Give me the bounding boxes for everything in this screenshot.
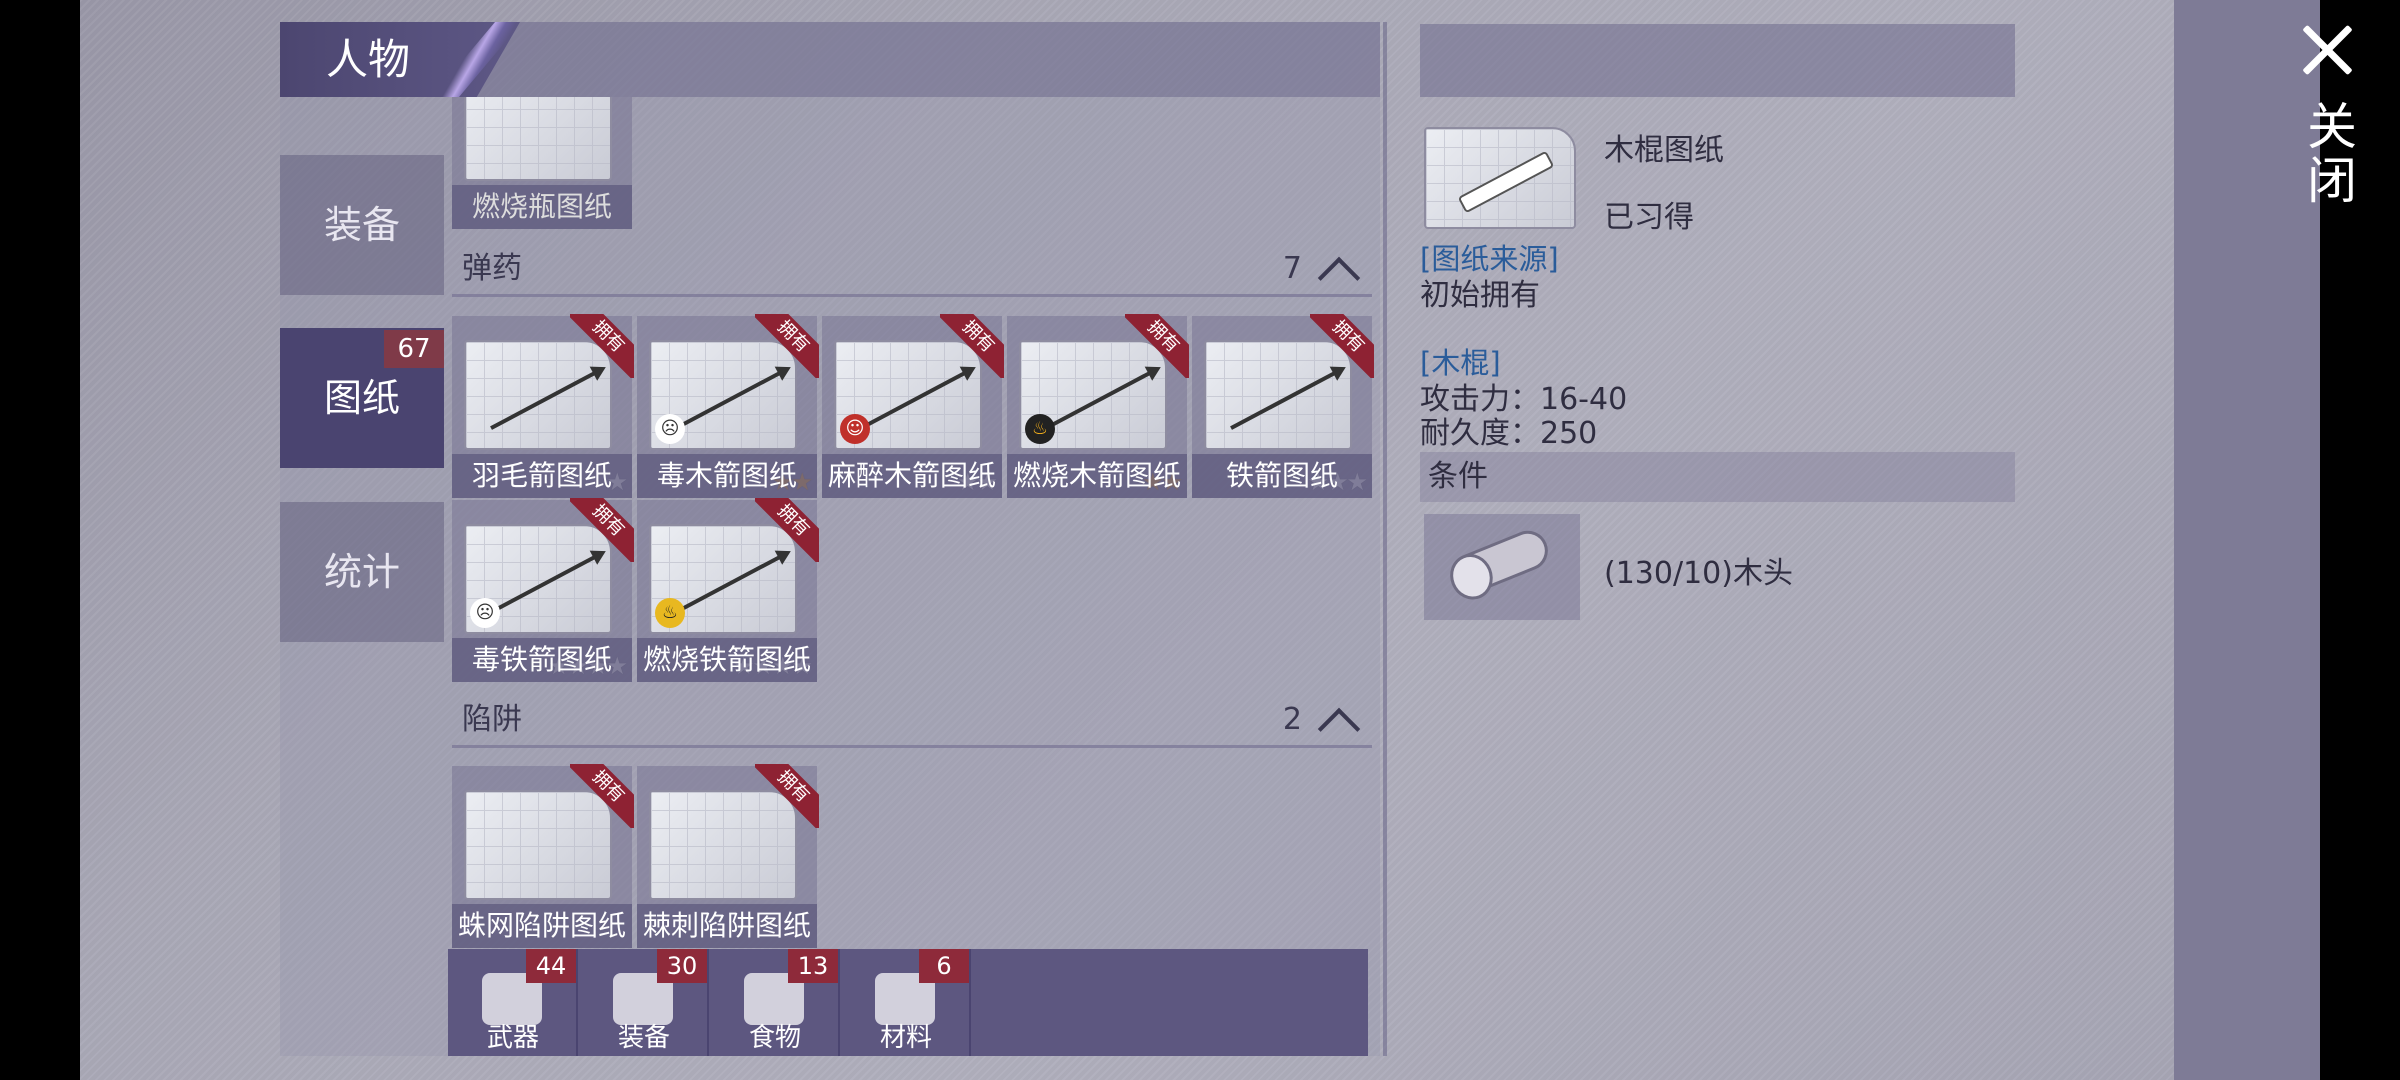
category-badge: 30 xyxy=(657,949,707,983)
blueprint-card[interactable]: ★★★ 拥有 铁箭图纸 xyxy=(1192,314,1374,498)
category-tab-weapons[interactable]: 44 武器 xyxy=(448,949,578,1056)
blueprint-card[interactable]: ★ 拥有 羽毛箭图纸 xyxy=(452,314,634,498)
poison-status-icon: ☹ xyxy=(655,414,685,444)
fire-status-icon: ♨ xyxy=(1025,414,1055,444)
blueprint-card[interactable]: 拥有 棘刺陷阱图纸 xyxy=(637,764,819,948)
blueprint-card[interactable]: ♨ ★★★★ 拥有 燃烧铁箭图纸 xyxy=(637,498,819,682)
blueprint-card-molotov[interactable]: 燃烧瓶图纸 xyxy=(452,97,632,229)
card-label: 羽毛箭图纸 xyxy=(452,454,632,498)
fire-status-icon: ♨ xyxy=(655,598,685,628)
card-label: 棘刺陷阱图纸 xyxy=(637,904,817,948)
owned-ribbon: 拥有 xyxy=(755,764,819,828)
card-label: 铁箭图纸 xyxy=(1192,454,1372,498)
category-tab-food[interactable]: 13 食物 xyxy=(710,949,840,1056)
category-tab-equipment[interactable]: 30 装备 xyxy=(579,949,709,1056)
conditions-header: 条件 xyxy=(1420,452,2015,502)
owned-ribbon: 拥有 xyxy=(570,314,634,378)
card-label: 蛛网陷阱图纸 xyxy=(452,904,632,948)
poison-status-icon: ☹ xyxy=(470,598,500,628)
detail-header xyxy=(1420,24,2015,97)
category-badge: 13 xyxy=(788,949,838,983)
panel-divider xyxy=(1383,22,1387,1056)
blueprint-card[interactable]: ☹ ★★★★ 拥有 毒铁箭图纸 xyxy=(452,498,634,682)
sedative-status-icon: ☺ xyxy=(840,414,870,444)
section-count: 7 xyxy=(1282,251,1302,286)
blueprint-count-badge: 67 xyxy=(384,330,444,368)
tab-equipment[interactable]: 装备 xyxy=(280,155,444,295)
owned-ribbon: 拥有 xyxy=(570,498,634,562)
close-label[interactable]: 关闭 xyxy=(2299,100,2358,208)
owned-ribbon: 拥有 xyxy=(570,764,634,828)
owned-ribbon: 拥有 xyxy=(755,498,819,562)
card-label: 燃烧木箭图纸 xyxy=(1007,454,1187,498)
category-badge: 44 xyxy=(526,949,576,983)
chevron-up-icon[interactable] xyxy=(1317,707,1361,751)
wooden-stick-blueprint-icon xyxy=(1424,127,1576,229)
durability-stat: 耐久度：250 xyxy=(1420,416,1598,451)
tab-statistics[interactable]: 统计 xyxy=(280,502,444,642)
card-label: 燃烧铁箭图纸 xyxy=(637,638,817,682)
card-label: 毒铁箭图纸 xyxy=(452,638,632,682)
detail-status: 已习得 xyxy=(1604,200,1694,235)
category-label: 武器 xyxy=(486,1023,539,1053)
category-label: 装备 xyxy=(617,1023,670,1053)
section-title: 弹药 xyxy=(462,251,522,286)
owned-ribbon: 拥有 xyxy=(755,314,819,378)
owned-ribbon: 拥有 xyxy=(940,314,1004,378)
category-label: 食物 xyxy=(748,1023,801,1053)
blueprint-card[interactable]: ☺ ★★ 拥有 麻醉木箭图纸 xyxy=(822,314,1004,498)
wood-material-icon xyxy=(1424,514,1580,620)
section-title: 陷阱 xyxy=(462,702,522,737)
blueprint-card[interactable]: ♨ ★★ 拥有 燃烧木箭图纸 xyxy=(1007,314,1189,498)
section-header-ammo[interactable]: 弹药 7 xyxy=(452,241,1372,300)
molotov-bottle-icon xyxy=(464,97,612,181)
category-label: 材料 xyxy=(879,1023,932,1053)
category-badge: 6 xyxy=(919,949,969,983)
close-icon[interactable] xyxy=(2300,22,2356,78)
category-tab-materials[interactable]: 6 材料 xyxy=(841,949,971,1056)
owned-ribbon: 拥有 xyxy=(1310,314,1374,378)
detail-item-name: 木棍图纸 xyxy=(1604,133,1724,168)
card-label: 毒木箭图纸 xyxy=(637,454,817,498)
card-label: 燃烧瓶图纸 xyxy=(452,185,632,229)
blueprint-source-text: 初始拥有 xyxy=(1420,278,1540,313)
section-header-traps[interactable]: 陷阱 2 xyxy=(452,692,1372,751)
blueprint-card[interactable]: ☹ ★★ 拥有 毒木箭图纸 xyxy=(637,314,819,498)
material-requirement: (130/10)木头 xyxy=(1604,556,1793,591)
owned-ribbon: 拥有 xyxy=(1125,314,1189,378)
chevron-up-icon[interactable] xyxy=(1317,256,1361,300)
section-count: 2 xyxy=(1282,702,1302,737)
card-label: 麻醉木箭图纸 xyxy=(822,454,1002,498)
blueprint-card[interactable]: 拥有 蛛网陷阱图纸 xyxy=(452,764,634,948)
